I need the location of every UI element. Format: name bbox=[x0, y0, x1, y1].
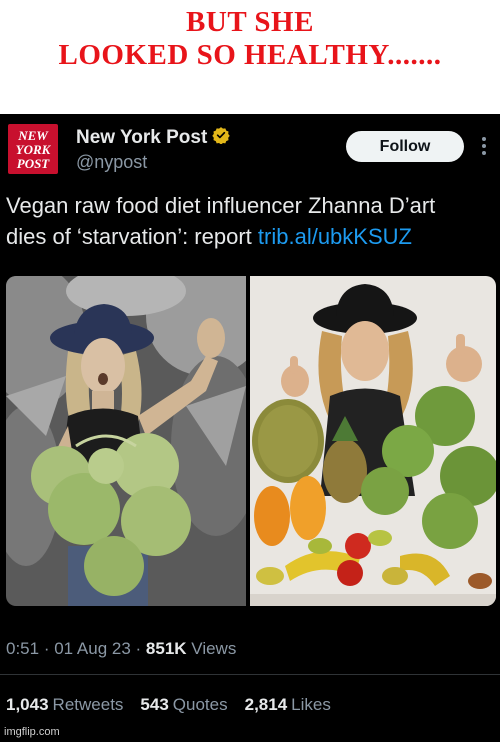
views-count: 851K bbox=[145, 639, 187, 658]
tweet-photo-right[interactable] bbox=[250, 276, 496, 606]
likes-label: Likes bbox=[291, 695, 331, 714]
svg-text:YORK: YORK bbox=[16, 142, 52, 157]
stats-divider bbox=[0, 674, 500, 675]
tweet-text-line-1: Vegan raw food diet influencer Zhanna D’… bbox=[6, 193, 436, 218]
engagement-stats: 1,043 Retweets 543 Quotes 2,814 Likes bbox=[6, 695, 348, 715]
tweet-time[interactable]: 0:51 bbox=[6, 639, 39, 658]
retweets-count: 1,043 bbox=[6, 695, 49, 714]
tweet-body: Vegan raw food diet influencer Zhanna D’… bbox=[6, 190, 496, 252]
tweet-date[interactable]: 01 Aug 23 bbox=[54, 639, 131, 658]
quotes-count: 543 bbox=[140, 695, 169, 714]
quotes-label: Quotes bbox=[172, 695, 228, 714]
tweet-link[interactable]: trib.al/ubkKSUZ bbox=[258, 224, 412, 249]
verified-badge-icon bbox=[212, 126, 230, 149]
retweets-stat[interactable]: 1,043 Retweets bbox=[6, 695, 123, 715]
svg-text:NEW: NEW bbox=[17, 128, 49, 143]
likes-stat[interactable]: 2,814 Likes bbox=[245, 695, 331, 715]
account-name-line: New York Post bbox=[76, 126, 230, 149]
meta-separator: · bbox=[135, 639, 146, 658]
meta-separator: · bbox=[43, 639, 55, 658]
account-display-name[interactable]: New York Post bbox=[76, 127, 207, 149]
nypost-logo-mark: NEW YORK POST bbox=[16, 128, 52, 171]
caption-line-2: LOOKED SO HEALTHY....... bbox=[58, 39, 442, 71]
tweet-screenshot: NEW YORK POST New York Post @nypost Foll… bbox=[0, 114, 500, 742]
account-handle[interactable]: @nypost bbox=[76, 152, 147, 173]
more-options-icon[interactable] bbox=[474, 134, 494, 158]
retweets-label: Retweets bbox=[52, 695, 124, 714]
tweet-meta: 0:51 · 01 Aug 23 · 851K Views bbox=[6, 639, 236, 659]
tweet-text-line-2: dies of ‘starvation’: report trib.al/ubk… bbox=[6, 221, 496, 252]
meme-caption: BUT SHE LOOKED SO HEALTHY....... bbox=[0, 6, 500, 72]
svg-text:POST: POST bbox=[17, 156, 51, 171]
quotes-stat[interactable]: 543 Quotes bbox=[140, 695, 227, 715]
follow-button[interactable]: Follow bbox=[346, 131, 464, 162]
nypost-logo[interactable]: NEW YORK POST bbox=[8, 124, 58, 174]
caption-line-1: BUT SHE bbox=[186, 6, 314, 38]
likes-count: 2,814 bbox=[244, 695, 288, 714]
views-label: Views bbox=[191, 639, 237, 658]
imgflip-watermark: imgflip.com bbox=[4, 726, 60, 738]
tweet-photo-left[interactable] bbox=[6, 276, 246, 606]
tweet-text-line-2-text: dies of ‘starvation’: report bbox=[6, 224, 258, 249]
